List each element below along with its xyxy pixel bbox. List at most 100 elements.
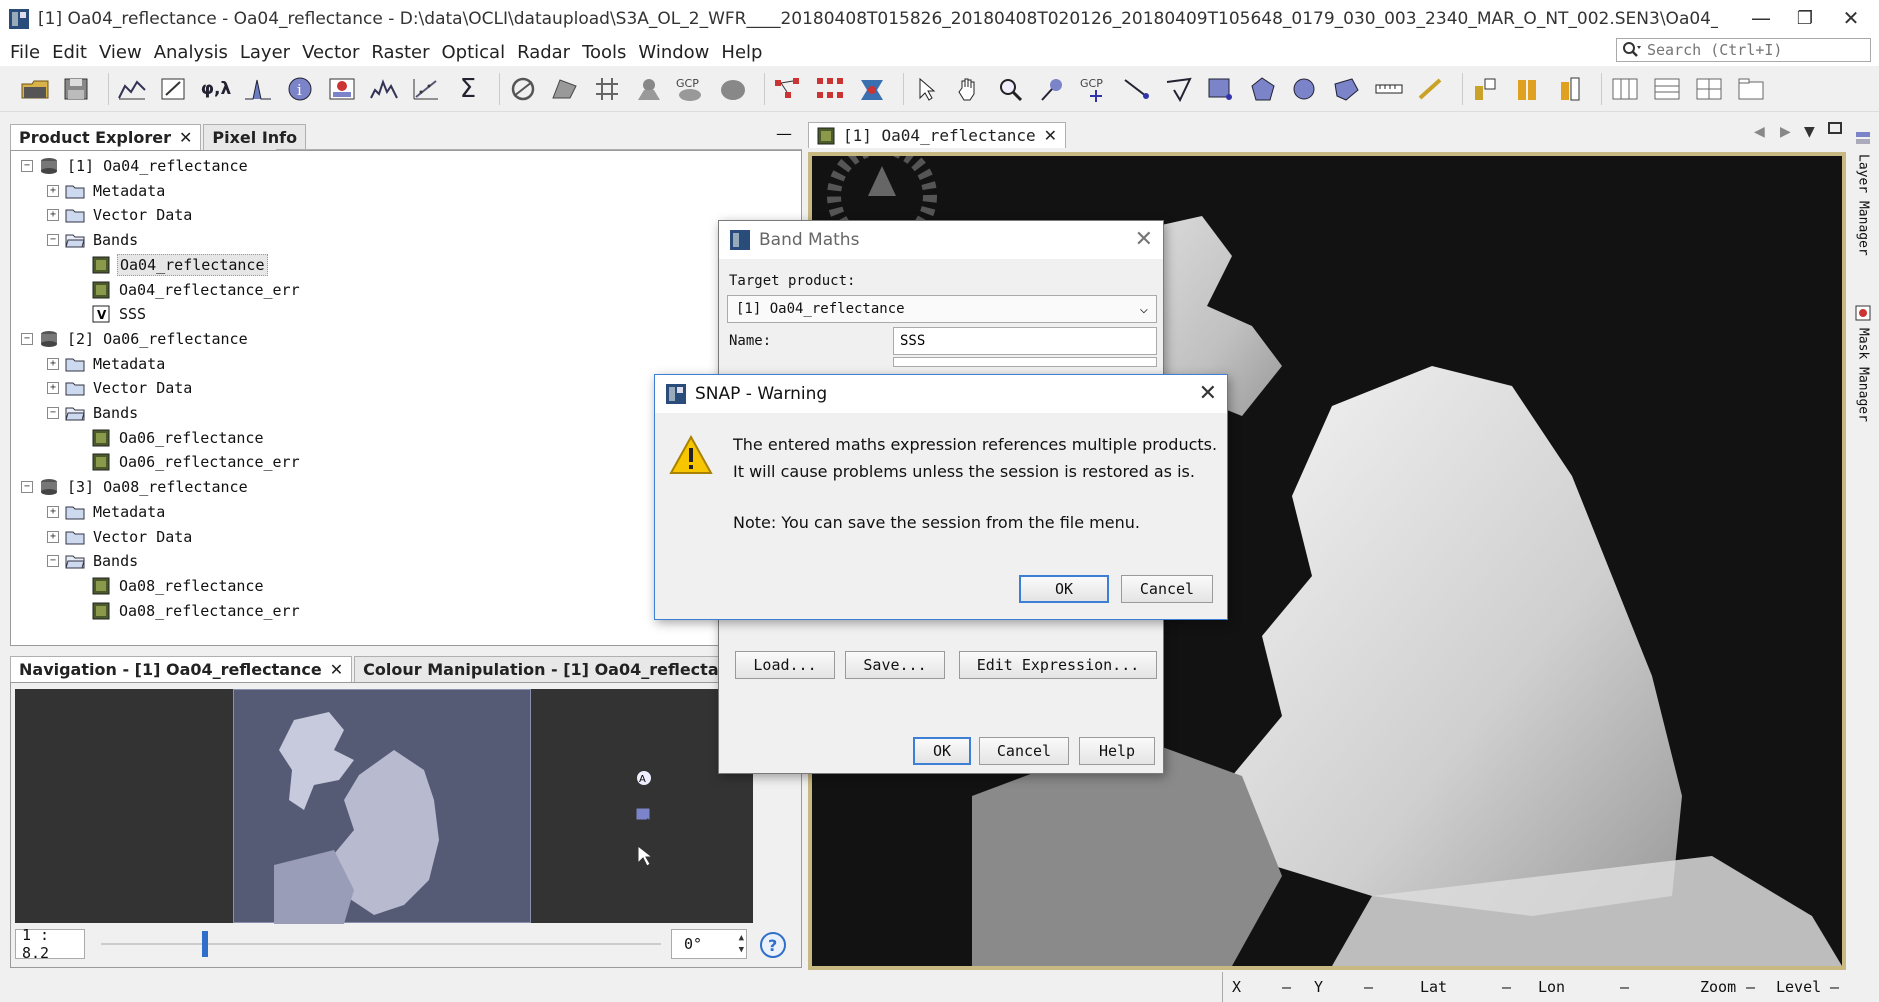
sync-cursor-navigation-icon[interactable] <box>633 843 659 873</box>
menu-radar[interactable]: Radar <box>511 42 576 63</box>
expand-toggle-icon[interactable]: − <box>21 481 33 494</box>
menu-window[interactable]: Window <box>632 42 715 63</box>
scale-field[interactable]: 1 : 8.2 <box>15 926 85 962</box>
search-box[interactable] <box>1616 38 1871 62</box>
pan-tool-icon[interactable] <box>952 72 986 106</box>
help-button[interactable]: Help <box>1079 737 1155 765</box>
menu-tools[interactable]: Tools <box>576 42 632 63</box>
tree-node[interactable]: − Bands <box>47 402 140 424</box>
restore-button[interactable]: ❐ <box>1783 2 1827 34</box>
maximize-view-icon[interactable] <box>1828 122 1842 134</box>
expand-toggle-icon[interactable]: + <box>47 357 59 370</box>
menu-edit[interactable]: Edit <box>46 42 93 63</box>
search-input[interactable] <box>1647 41 1862 59</box>
pin-manager-icon[interactable] <box>548 72 582 106</box>
tree-node[interactable]: + Vector Data <box>47 204 194 226</box>
tree-node[interactable]: Oa08_reflectance <box>73 575 266 597</box>
band-maths-icon[interactable] <box>157 72 191 106</box>
line-tool-icon[interactable] <box>1120 72 1154 106</box>
tree-node[interactable]: − [3] Oa08_reflectance <box>21 476 250 498</box>
range-finder-icon[interactable] <box>1372 72 1406 106</box>
spectrum-icon[interactable] <box>241 72 275 106</box>
tile-vertical-icon[interactable] <box>1650 72 1684 106</box>
geo-coding-icon[interactable]: φ,λ <box>199 72 233 106</box>
tree-node[interactable]: + Metadata <box>47 353 167 375</box>
minimize-panel-button[interactable]: — <box>776 124 792 143</box>
statistics-icon[interactable] <box>325 72 359 106</box>
tree-node[interactable]: − Bands <box>47 229 140 251</box>
tile-single-icon[interactable] <box>1734 72 1768 106</box>
rectangle-tool-icon[interactable] <box>1204 72 1238 106</box>
save-button[interactable]: Save... <box>845 651 945 679</box>
graticule-icon[interactable] <box>590 72 624 106</box>
tree-node[interactable]: Oa06_reflectance_err <box>73 451 302 473</box>
tab-colour-manipulation[interactable]: Colour Manipulation - [1] Oa04_reflectan… <box>354 656 760 682</box>
tile-horizontal-icon[interactable] <box>1608 72 1642 106</box>
zoom-all-icon[interactable]: A <box>633 767 659 797</box>
description-input[interactable] <box>893 357 1157 367</box>
mask-manager-side-tab[interactable]: Mask Manager <box>1848 304 1878 434</box>
close-icon[interactable]: ✕ <box>1135 227 1153 252</box>
sentinel-icon[interactable] <box>855 72 889 106</box>
menu-help[interactable]: Help <box>715 42 768 63</box>
polygon-tool-icon[interactable] <box>1246 72 1280 106</box>
tab-product-explorer[interactable]: Product Explorer ✕ <box>10 124 202 150</box>
information-icon[interactable]: i <box>283 72 317 106</box>
expand-toggle-icon[interactable]: + <box>47 530 59 543</box>
tab-scroll-right-icon[interactable]: ▶ <box>1780 124 1791 140</box>
graph-builder-icon[interactable] <box>771 72 805 106</box>
load-button[interactable]: Load... <box>735 651 835 679</box>
expand-toggle-icon[interactable]: − <box>47 407 59 419</box>
time-series-icon[interactable] <box>506 72 540 106</box>
sum-icon[interactable]: Σ <box>451 72 485 106</box>
expand-toggle-icon[interactable]: + <box>47 184 59 197</box>
expand-toggle-icon[interactable]: + <box>47 209 59 222</box>
tile-views-icon[interactable] <box>1553 72 1587 106</box>
expand-toggle-icon[interactable]: − <box>21 160 33 172</box>
menu-optical[interactable]: Optical <box>435 42 511 63</box>
select-tool-icon[interactable] <box>910 72 944 106</box>
menu-raster[interactable]: Raster <box>365 42 435 63</box>
magic-wand-icon[interactable] <box>1330 72 1364 106</box>
sync-navigation-icon[interactable] <box>633 805 659 835</box>
warning-cancel-button[interactable]: Cancel <box>1121 575 1213 603</box>
minimize-button[interactable]: — <box>1739 2 1783 34</box>
menu-vector[interactable]: Vector <box>296 42 365 63</box>
cancel-button[interactable]: Cancel <box>979 737 1069 765</box>
tab-scroll-left-icon[interactable]: ◀ <box>1754 124 1765 140</box>
scatter-plot-icon[interactable] <box>409 72 443 106</box>
name-input[interactable] <box>893 327 1157 355</box>
tree-node[interactable]: − Bands <box>47 550 140 572</box>
open-product-icon[interactable] <box>18 72 52 106</box>
menu-view[interactable]: View <box>93 42 148 63</box>
tree-node[interactable]: Oa04_reflectance_err <box>73 279 302 301</box>
gcp-manager-icon[interactable]: GCP <box>674 72 708 106</box>
tile-grid-icon[interactable] <box>1692 72 1726 106</box>
zoom-slider-track[interactable] <box>101 943 661 945</box>
world-map-icon[interactable] <box>716 72 750 106</box>
menu-analysis[interactable]: Analysis <box>148 42 234 63</box>
tab-navigation[interactable]: Navigation - [1] Oa04_reflectance ✕ <box>10 656 353 682</box>
sync-views-icon[interactable] <box>1511 72 1545 106</box>
viewport-rectangle[interactable] <box>233 689 531 924</box>
warning-ok-button[interactable]: OK <box>1019 575 1109 603</box>
rotation-field[interactable]: 0° ▲ ▼ <box>671 929 747 959</box>
tree-node[interactable]: + Metadata <box>47 501 167 523</box>
pin-icon[interactable] <box>632 72 666 106</box>
close-icon[interactable]: ✕ <box>179 128 192 147</box>
batch-processing-icon[interactable] <box>813 72 847 106</box>
help-icon[interactable]: ? <box>759 931 787 963</box>
profile-plot-icon[interactable] <box>115 72 149 106</box>
tree-node[interactable]: Oa08_reflectance_err <box>73 600 302 622</box>
zoom-tool-icon[interactable] <box>994 72 1028 106</box>
menu-file[interactable]: File <box>4 42 46 63</box>
pin-placing-tool-icon[interactable] <box>1036 72 1070 106</box>
histogram-icon[interactable] <box>367 72 401 106</box>
sync-cursor-icon[interactable] <box>1469 72 1503 106</box>
tree-node[interactable]: V SSS <box>73 303 148 325</box>
close-icon[interactable]: ✕ <box>1044 126 1057 145</box>
polyline-tool-icon[interactable] <box>1162 72 1196 106</box>
expand-toggle-icon[interactable]: − <box>21 332 33 345</box>
expand-toggle-icon[interactable]: − <box>47 555 59 568</box>
layer-manager-side-tab[interactable]: Layer Manager <box>1848 130 1878 300</box>
